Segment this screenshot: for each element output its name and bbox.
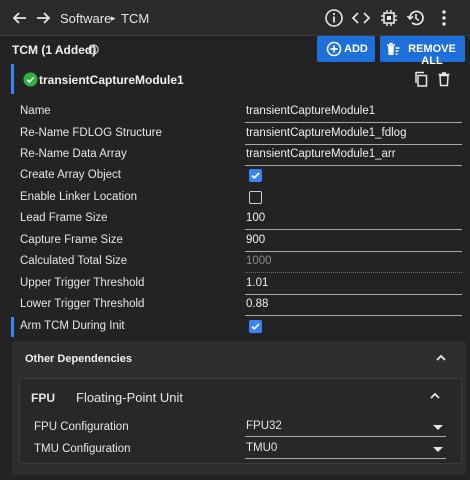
module-header: transientCaptureModule1	[8, 64, 464, 96]
copy-icon[interactable]	[413, 71, 429, 87]
arm-tcm-checkbox[interactable]	[249, 320, 262, 333]
lead-frame-value: 100	[246, 212, 266, 224]
lower-threshold-input[interactable]: 0.88	[245, 295, 462, 316]
property-row-upper-threshold: Upper Trigger Threshold 1.01	[0, 274, 470, 295]
upper-threshold-input[interactable]: 1.01	[245, 274, 462, 295]
fpu-configuration-select[interactable]: FPU32	[245, 417, 446, 437]
property-row-capture-frame: Capture Frame Size 900	[0, 231, 470, 252]
property-row-name: Name transientCaptureModule1	[0, 102, 470, 123]
focus-accent	[11, 317, 14, 337]
more-vert-icon[interactable]	[434, 8, 454, 28]
name-input[interactable]: transientCaptureModule1	[245, 102, 462, 123]
capture-frame-value: 900	[246, 234, 266, 246]
checkmark-icon	[251, 172, 260, 179]
field-label: Arm TCM During Init	[20, 320, 125, 332]
chevron-up-icon[interactable]	[434, 351, 448, 365]
property-row-total-size: Calculated Total Size 1000	[0, 252, 470, 273]
tmu-configuration-select[interactable]: TMU0	[245, 439, 446, 459]
selection-accent	[11, 64, 14, 94]
forward-arrow-icon[interactable]	[35, 10, 51, 26]
data-array-input[interactable]: transientCaptureModule1_arr	[245, 145, 462, 166]
fpu-configuration-label: FPU Configuration	[34, 421, 129, 433]
chip-icon[interactable]	[379, 8, 399, 28]
info-icon[interactable]	[324, 8, 344, 28]
property-row-lower-threshold: Lower Trigger Threshold 0.88	[0, 295, 470, 316]
chevron-up-icon[interactable]	[428, 389, 442, 403]
data-array-value: transientCaptureModule1_arr	[246, 148, 396, 160]
lead-frame-input[interactable]: 100	[245, 209, 462, 230]
panel-title[interactable]: Other Dependencies	[25, 353, 132, 365]
field-label: Lower Trigger Threshold	[20, 298, 145, 310]
property-row-data-array: Re-Name Data Array transientCaptureModul…	[0, 145, 470, 166]
field-label: Create Array Object	[20, 169, 121, 181]
create-array-checkbox[interactable]	[249, 169, 262, 182]
field-label: Re-Name Data Array	[20, 148, 127, 160]
trash-icon[interactable]	[436, 71, 452, 87]
property-row-fdlog: Re-Name FDLOG Structure transientCapture…	[0, 124, 470, 145]
dropdown-caret-icon	[433, 425, 443, 430]
capture-frame-input[interactable]: 900	[245, 231, 462, 252]
lower-threshold-value: 0.88	[246, 298, 269, 310]
history-icon[interactable]	[406, 8, 426, 28]
check-circle-icon	[23, 72, 38, 87]
tmu-configuration-label: TMU Configuration	[34, 443, 131, 455]
breadcrumb-tcm: TCM	[121, 11, 150, 26]
tmu-configuration-value: TMU0	[246, 442, 278, 454]
module-name: transientCaptureModule1	[39, 73, 184, 87]
upper-threshold-value: 1.01	[246, 277, 269, 289]
add-circle-icon	[326, 41, 342, 57]
code-icon[interactable]	[351, 8, 371, 28]
linker-location-checkbox[interactable]	[249, 191, 262, 204]
field-label: Lead Frame Size	[20, 212, 108, 224]
module-abbreviation: FPU	[31, 391, 55, 405]
breadcrumb-separator-icon: ▸	[111, 13, 116, 23]
back-arrow-icon[interactable]	[12, 10, 28, 26]
fdlog-structure-input[interactable]: transientCaptureModule1_fdlog	[245, 124, 462, 145]
delete-sweep-icon	[387, 42, 400, 55]
add-button[interactable]: ADD	[317, 36, 375, 62]
name-input-value: transientCaptureModule1	[246, 105, 376, 117]
breadcrumb-software[interactable]: Software	[60, 11, 111, 26]
total-size-value: 1000	[246, 255, 272, 267]
field-label: Re-Name FDLOG Structure	[20, 127, 162, 139]
fdlog-structure-value: transientCaptureModule1_fdlog	[246, 127, 407, 139]
field-label: Name	[20, 105, 51, 117]
fpu-configuration-value: FPU32	[246, 420, 282, 432]
dropdown-caret-icon	[433, 447, 443, 452]
checkmark-icon	[251, 323, 260, 330]
property-row-lead-frame: Lead Frame Size 100	[0, 209, 470, 230]
total-size-readonly: 1000	[245, 252, 462, 273]
field-label: Capture Frame Size	[20, 234, 123, 246]
field-label: Calculated Total Size	[20, 255, 128, 267]
page-title: TCM (1 Added)	[12, 43, 97, 57]
module-full-name: Floating-Point Unit	[76, 390, 183, 405]
property-row-arm-tcm: Arm TCM During Init	[0, 317, 470, 338]
property-row-create-array: Create Array Object	[0, 166, 470, 187]
remove-all-button[interactable]: REMOVE ALL	[380, 36, 465, 67]
help-icon[interactable]	[88, 44, 99, 55]
add-button-label: ADD	[344, 43, 368, 55]
property-row-linker: Enable Linker Location	[0, 188, 470, 209]
field-label: Enable Linker Location	[20, 191, 137, 203]
field-label: Upper Trigger Threshold	[20, 277, 145, 289]
top-bar: Software ▸ TCM	[0, 0, 470, 36]
